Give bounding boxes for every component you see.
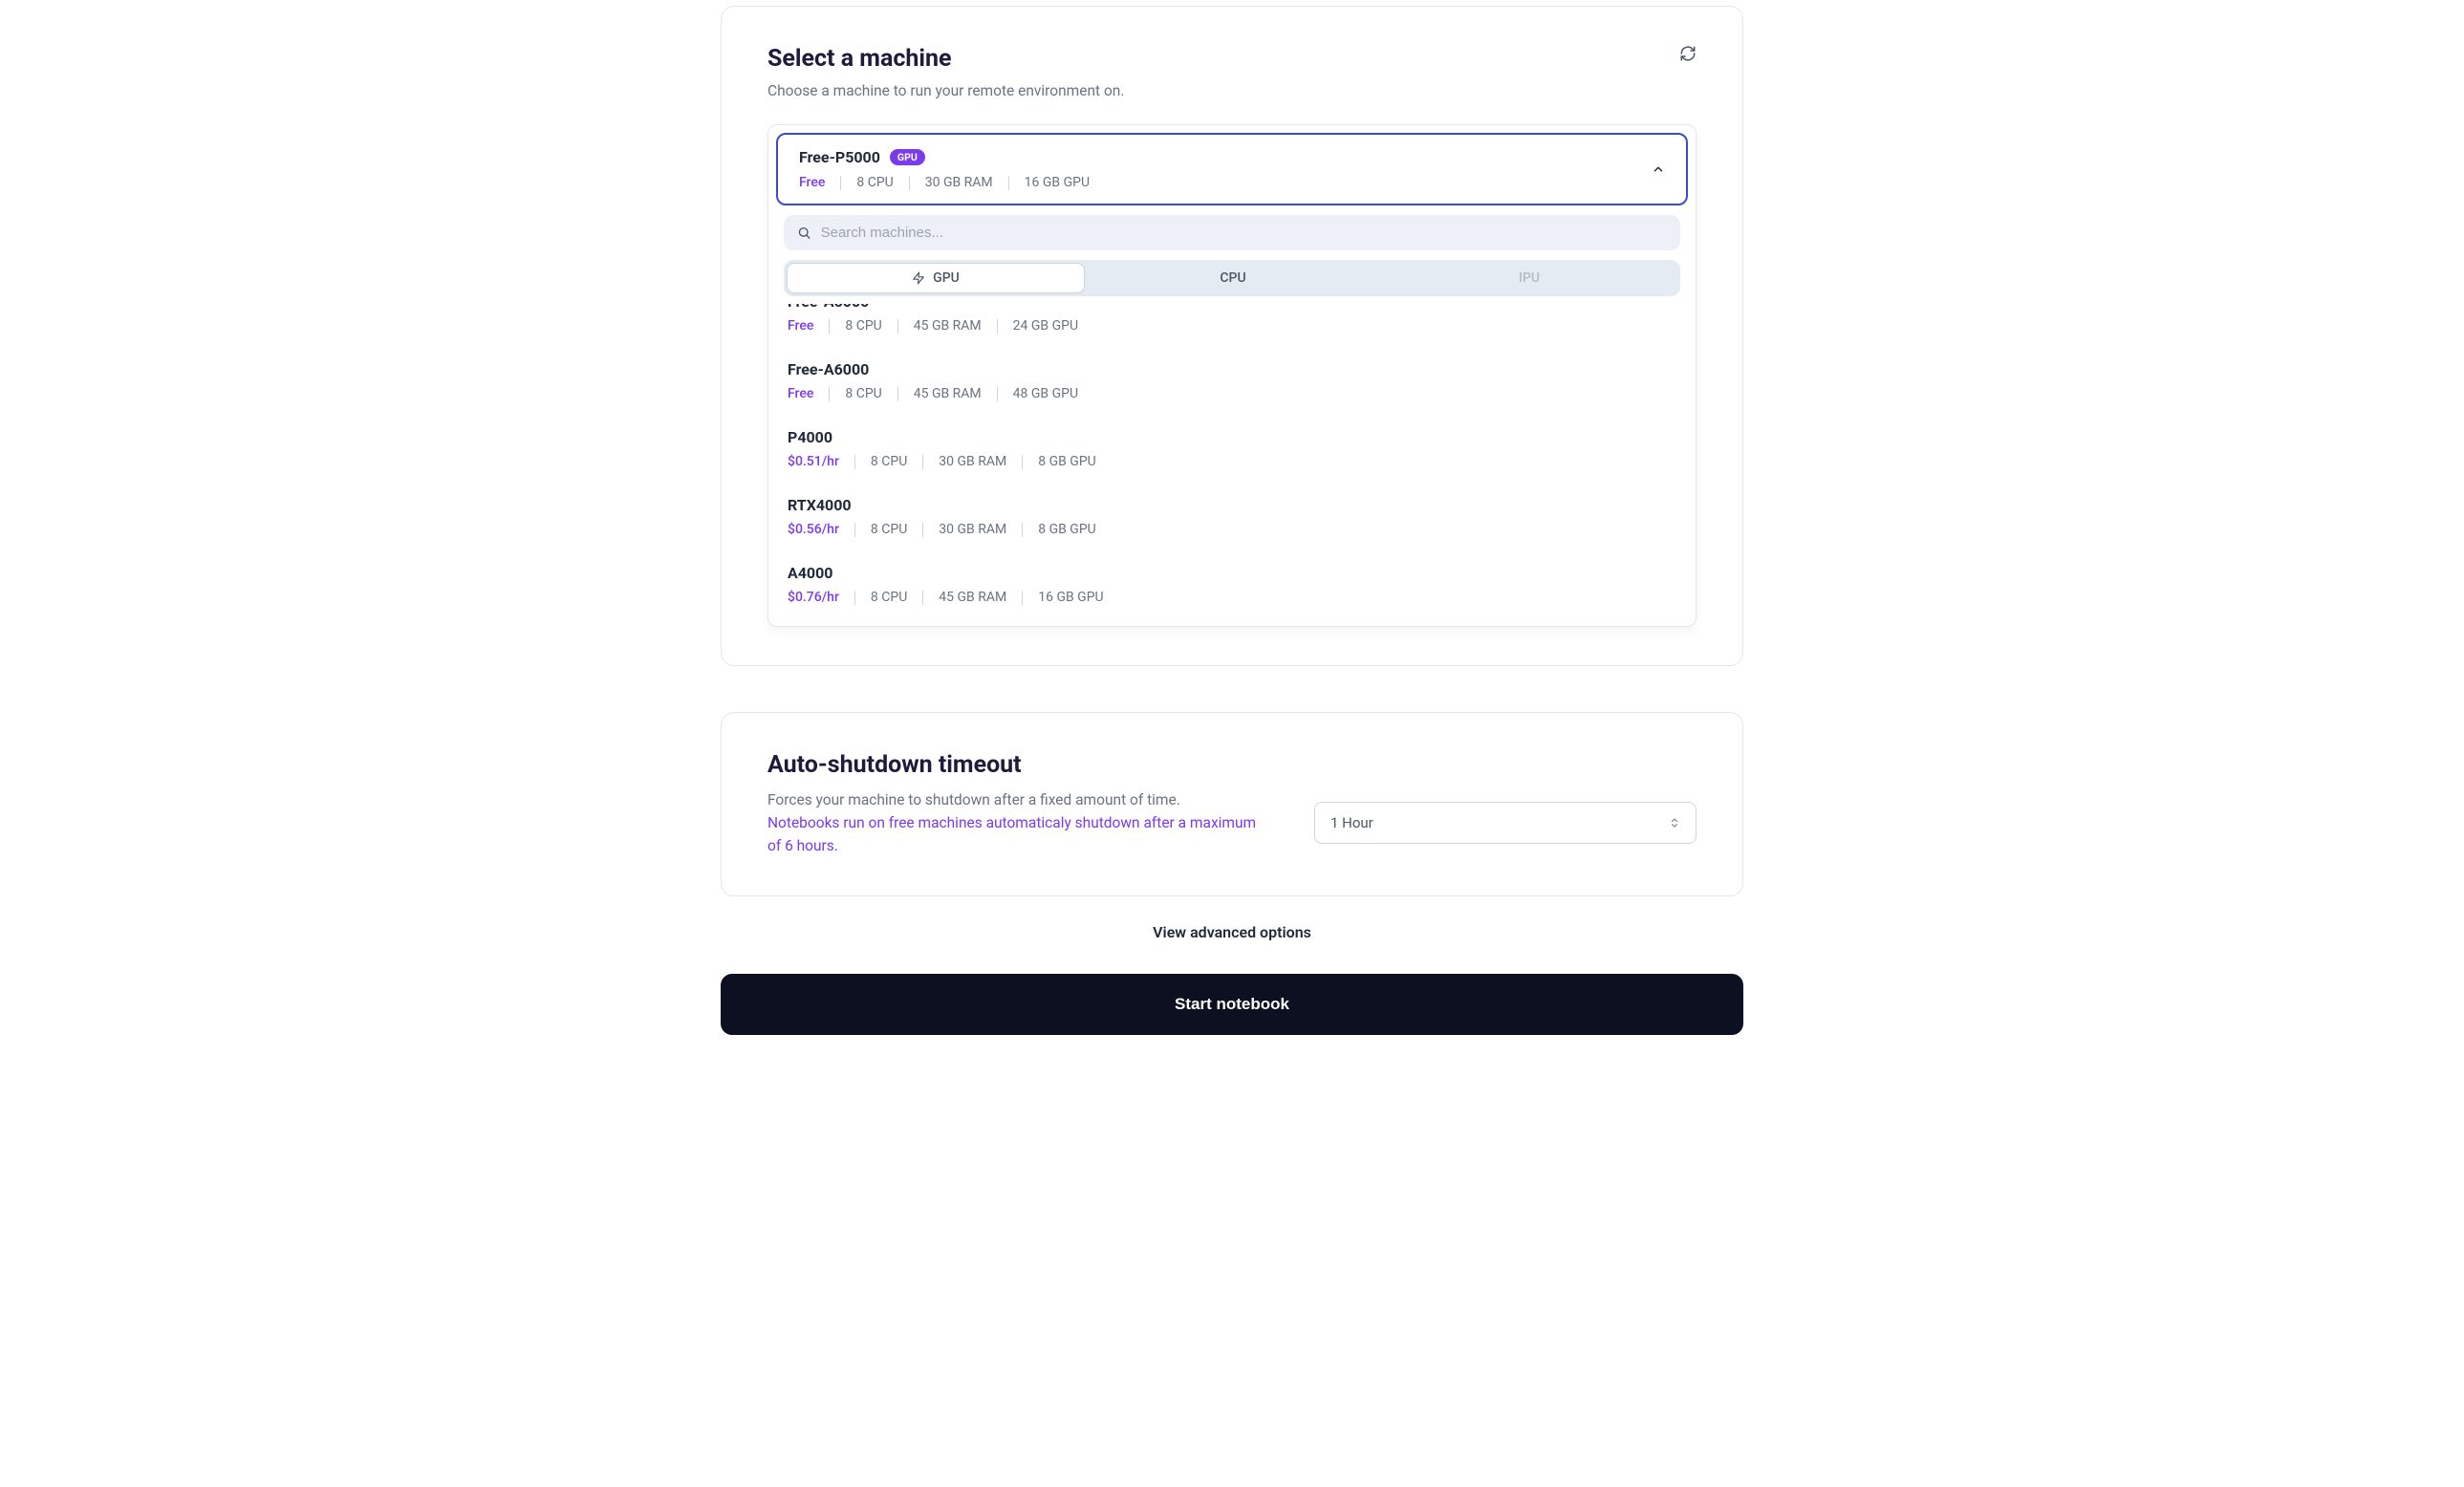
tab-gpu-label: GPU [933,270,960,286]
machine-ram: 45 GB RAM [914,386,982,401]
machine-cpu: 8 CPU [871,590,907,605]
selected-gpu: 16 GB GPU [1025,175,1090,190]
shutdown-desc: Forces your machine to shutdown after a … [767,791,1180,808]
machine-name: P4000 [788,428,1676,446]
machine-item[interactable]: A4000 $0.76/hr 8 CPU 45 GB RAM 16 GB GPU [768,550,1696,618]
type-tabs: GPU CPU IPU [784,260,1680,296]
tab-cpu[interactable]: CPU [1085,263,1381,293]
tab-gpu[interactable]: GPU [787,263,1085,293]
machine-ram: 30 GB RAM [939,454,1006,469]
tab-ipu: IPU [1381,263,1677,293]
start-notebook-button[interactable]: Start notebook [721,974,1743,1035]
select-machine-card: Select a machine Choose a machine to run… [721,6,1743,666]
machine-cpu: 8 CPU [871,522,907,537]
selected-price: Free [799,175,825,190]
selected-machine[interactable]: Free-P5000 GPU Free 8 CPU 30 GB RAM 16 G… [776,133,1688,205]
machine-list: Free-A5000 Free 8 CPU 45 GB RAM 24 GB GP… [768,304,1696,626]
auto-shutdown-card: Auto-shutdown timeout Forces your machin… [721,712,1743,896]
machine-price: $0.56/hr [788,522,839,537]
timeout-value: 1 Hour [1330,814,1373,831]
bolt-icon [912,271,925,285]
card-subtitle: Choose a machine to run your remote envi… [767,82,1124,99]
chevron-up-icon [1652,162,1665,176]
selected-ram: 30 GB RAM [925,175,993,190]
machine-item[interactable]: RTX4000 $0.56/hr 8 CPU 30 GB RAM 8 GB GP… [768,483,1696,550]
machine-cpu: 8 CPU [845,386,881,401]
machine-specs: $0.56/hr 8 CPU 30 GB RAM 8 GB GPU [788,522,1676,537]
tab-cpu-label: CPU [1220,270,1245,286]
advanced-options-link[interactable]: View advanced options [721,923,1743,941]
machine-ram: 45 GB RAM [939,590,1006,605]
shutdown-text: Forces your machine to shutdown after a … [767,788,1268,857]
card-title: Select a machine [767,45,1124,73]
machine-gpu: 8 GB GPU [1038,454,1096,469]
selected-specs: Free 8 CPU 30 GB RAM 16 GB GPU [799,175,1090,190]
machine-dropdown: Free-P5000 GPU Free 8 CPU 30 GB RAM 16 G… [767,124,1697,627]
machine-ram: 30 GB RAM [939,522,1006,537]
search-icon [797,226,811,240]
machine-specs: $0.51/hr 8 CPU 30 GB RAM 8 GB GPU [788,454,1676,469]
refresh-icon[interactable] [1679,45,1697,62]
machine-gpu: 16 GB GPU [1038,590,1103,605]
machine-specs: Free 8 CPU 45 GB RAM 48 GB GPU [788,386,1676,401]
gpu-badge: GPU [890,149,925,165]
selected-machine-name: Free-P5000 [799,148,880,166]
machine-price: Free [788,318,813,334]
machine-name: Free-A6000 [788,360,1676,378]
timeout-select[interactable]: 1 Hour [1314,802,1697,844]
machine-ram: 45 GB RAM [914,318,982,334]
machine-specs: $0.76/hr 8 CPU 45 GB RAM 16 GB GPU [788,590,1676,605]
selected-cpu: 8 CPU [856,175,893,190]
machine-gpu: 48 GB GPU [1013,386,1078,401]
search-box[interactable] [784,215,1680,250]
card-header: Select a machine Choose a machine to run… [767,45,1697,124]
machine-price: $0.51/hr [788,454,839,469]
machine-price: $0.76/hr [788,590,839,605]
machine-specs: Free 8 CPU 45 GB RAM 24 GB GPU [788,318,1676,334]
machine-name: RTX4000 [788,496,1676,514]
updown-icon [1669,816,1680,830]
shutdown-note: Notebooks run on free machines automatic… [767,814,1256,854]
machine-price: Free [788,386,813,401]
machine-item[interactable]: Free-A6000 Free 8 CPU 45 GB RAM 48 GB GP… [768,347,1696,415]
machine-item[interactable]: P4000 $0.51/hr 8 CPU 30 GB RAM 8 GB GPU [768,415,1696,483]
search-input[interactable] [821,225,1667,241]
tab-ipu-label: IPU [1519,270,1540,286]
machine-cpu: 8 CPU [845,318,881,334]
shutdown-title: Auto-shutdown timeout [767,751,1697,779]
machine-item[interactable]: Free-A5000 Free 8 CPU 45 GB RAM 24 GB GP… [768,304,1696,347]
machine-name: Free-A5000 [788,304,1676,311]
machine-name: A4000 [788,564,1676,582]
machine-gpu: 24 GB GPU [1013,318,1078,334]
machine-cpu: 8 CPU [871,454,907,469]
machine-gpu: 8 GB GPU [1038,522,1096,537]
